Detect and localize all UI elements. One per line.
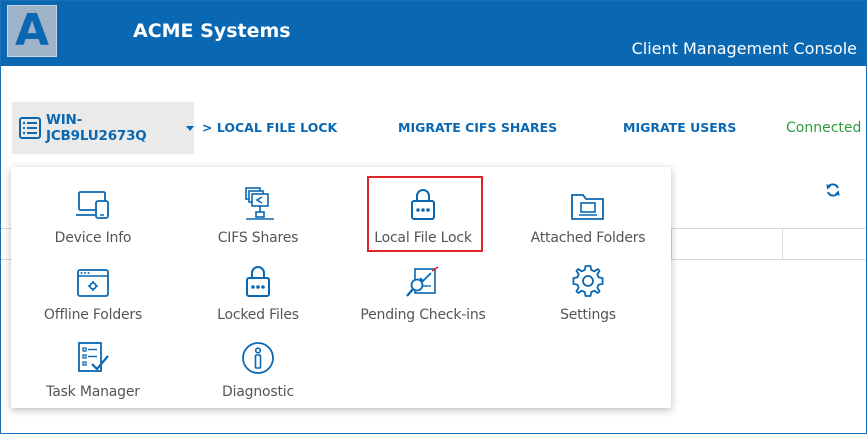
pending-checkin-icon — [406, 266, 439, 297]
server-list-icon — [19, 117, 41, 139]
caret-down-icon — [186, 125, 194, 131]
device-info-icon — [76, 191, 109, 219]
menu-item-device-info[interactable]: Device Info — [11, 185, 175, 255]
menu-item-offline-folders[interactable]: Offline Folders — [11, 262, 175, 332]
menu-item-local-file-lock[interactable]: Local File Lock — [341, 185, 505, 255]
device-selector-button[interactable]: WIN-JCB9LU2673Q — [12, 102, 194, 154]
app-logo: A — [7, 5, 57, 57]
migrate-cifs-shares-link[interactable]: MIGRATE CIFS SHARES — [398, 120, 557, 135]
menu-item-pending-check-ins[interactable]: Pending Check-ins — [341, 262, 505, 332]
info-icon — [242, 342, 274, 374]
menu-item-label: Pending Check-ins — [360, 307, 486, 323]
menu-item-label: Diagnostic — [222, 384, 294, 400]
offline-folder-icon — [77, 269, 109, 297]
menu-item-attached-folders[interactable]: Attached Folders — [506, 185, 670, 255]
menu-item-label: Device Info — [54, 230, 132, 246]
menu-item-label: Task Manager — [46, 384, 140, 400]
menu-item-label: Locked Files — [217, 307, 299, 323]
menu-item-task-manager[interactable]: Task Manager — [11, 339, 175, 409]
menu-item-settings[interactable]: Settings — [506, 262, 670, 332]
migrate-users-link[interactable]: MIGRATE USERS — [623, 120, 736, 135]
table-column-divider — [782, 228, 783, 260]
menu-item-diagnostic[interactable]: Diagnostic — [176, 339, 340, 409]
connection-status: Connected — [786, 120, 862, 136]
refresh-icon[interactable] — [825, 182, 841, 198]
table-column-divider — [671, 228, 672, 260]
app-subtitle: Client Management Console — [631, 39, 857, 58]
attached-folder-icon — [571, 194, 604, 220]
breadcrumb-local-file-lock[interactable]: > LOCAL FILE LOCK — [202, 120, 337, 135]
cifs-shares-icon — [245, 187, 274, 220]
logo-letter: A — [14, 5, 50, 56]
menu-item-label: Offline Folders — [43, 307, 143, 323]
gear-icon — [572, 265, 604, 297]
app-window: A ACME Systems Client Management Console… — [0, 0, 867, 434]
menu-item-label: Local File Lock — [374, 230, 472, 246]
lock-icon — [411, 189, 435, 220]
device-name: WIN-JCB9LU2673Q — [46, 112, 147, 144]
menu-item-label: Attached Folders — [530, 230, 646, 246]
feature-menu-panel: Device Info CIFS Shares Local File Lock … — [11, 167, 671, 408]
menu-item-cifs-shares[interactable]: CIFS Shares — [176, 185, 340, 255]
task-manager-icon — [78, 342, 109, 372]
menu-item-locked-files[interactable]: Locked Files — [176, 262, 340, 332]
menu-item-label: CIFS Shares — [217, 230, 299, 246]
header-bar: A ACME Systems Client Management Console — [1, 1, 866, 66]
app-title: ACME Systems — [133, 20, 291, 42]
locked-files-icon — [246, 266, 270, 297]
menu-item-label: Settings — [560, 307, 616, 323]
